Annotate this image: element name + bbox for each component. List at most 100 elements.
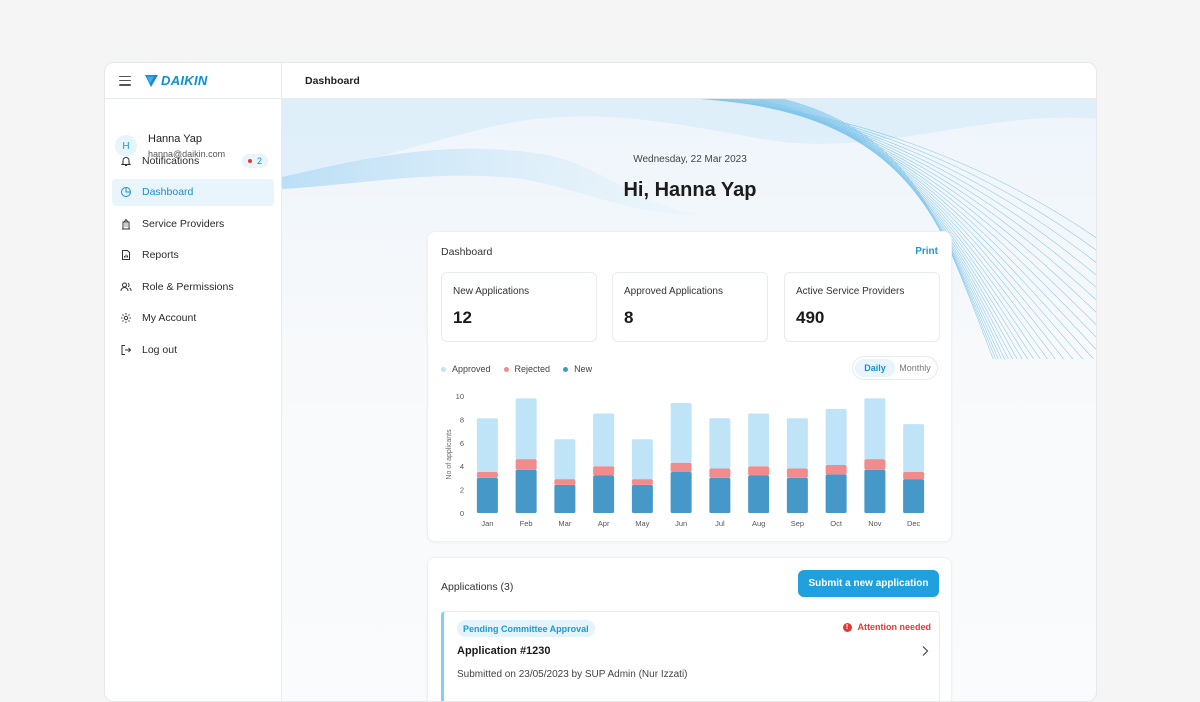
dashboard-card: Dashboard Print New Applications 12 Appr… <box>427 231 952 542</box>
brand-name: DAIKIN <box>161 73 208 88</box>
bar-rejected <box>903 472 925 480</box>
applications-title: Applications (3) <box>441 581 514 593</box>
sidebar-item-label: Service Providers <box>142 217 225 230</box>
period-toggle: Daily Monthly <box>852 356 938 380</box>
pie-chart-icon <box>119 185 133 199</box>
bar-rejected <box>515 459 537 470</box>
legend-approved: Approved <box>441 364 491 374</box>
x-tick-label: Feb <box>520 519 533 528</box>
sidebar-item-role-permissions[interactable]: Role & Permissions <box>112 273 274 300</box>
stat-approved-applications: Approved Applications 8 <box>612 272 768 342</box>
menu-icon[interactable] <box>119 75 131 86</box>
bar-rejected <box>709 468 731 478</box>
x-tick-label: Jul <box>715 519 725 528</box>
legend-swatch <box>563 366 569 372</box>
attention-needed: ! Attention needed <box>842 622 932 632</box>
hero-section: Wednesday, 22 Mar 2023 Hi, Hanna Yap Das… <box>282 99 1096 701</box>
sidebar-item-reports[interactable]: Reports <box>112 242 274 269</box>
applications-card: Applications (3) Submit a new applicatio… <box>427 557 952 701</box>
x-tick-label: Dec <box>907 519 921 528</box>
x-tick-label: Sep <box>791 519 804 528</box>
x-tick-label: Jan <box>481 519 493 528</box>
bar-approved <box>631 439 653 480</box>
sidebar-item-log-out[interactable]: Log out <box>112 336 274 363</box>
bar-rejected <box>554 479 576 485</box>
bar-new <box>709 477 731 513</box>
bar-new <box>786 477 808 513</box>
bar-rejected <box>748 466 770 476</box>
x-tick-label: Aug <box>752 519 765 528</box>
notification-badge: 2 <box>241 154 268 168</box>
legend-new: New <box>563 364 592 374</box>
greeting-heading: Hi, Hanna Yap <box>623 179 757 201</box>
bar-rejected <box>786 468 808 478</box>
sidebar-item-my-account[interactable]: My Account <box>112 305 274 332</box>
legend-label: Approved <box>452 364 491 374</box>
building-icon <box>119 217 133 231</box>
stat-value: 8 <box>624 308 634 327</box>
y-tick-label: 0 <box>460 509 464 518</box>
bar-approved <box>709 418 731 469</box>
y-tick-label: 10 <box>456 392 464 401</box>
legend-swatch <box>441 366 446 372</box>
print-link[interactable]: Print <box>915 246 938 257</box>
daikin-logo: DAIKIN <box>145 73 208 88</box>
notification-count: 2 <box>256 156 262 166</box>
sidebar-item-dashboard[interactable]: Dashboard <box>112 178 274 206</box>
app-window: DAIKIN H Hanna Yap hanna@daikin.com Noti… <box>104 62 1097 702</box>
bar-approved <box>476 418 498 473</box>
bar-approved <box>786 418 808 469</box>
stat-value: 12 <box>453 308 472 327</box>
x-tick-label: Mar <box>558 519 571 528</box>
bar-new <box>515 469 537 513</box>
sidebar-item-label: Log out <box>142 343 178 356</box>
legend-swatch <box>503 366 509 372</box>
bar-approved <box>670 403 692 463</box>
sidebar-item-label: Reports <box>142 249 179 261</box>
sidebar-item-notifications[interactable]: Notifications 2 <box>112 147 274 174</box>
x-tick-label: May <box>635 519 649 528</box>
sidebar-item-label: Role & Permissions <box>142 280 234 293</box>
main-content: Dashboard Wednesday, 22 Mar 2023 Hi, Han… <box>282 63 1096 701</box>
toggle-daily[interactable]: Daily <box>855 359 895 377</box>
sidebar: DAIKIN H Hanna Yap hanna@daikin.com Noti… <box>105 63 282 701</box>
attention-label: Attention needed <box>857 622 932 632</box>
unread-dot <box>247 159 252 163</box>
bar-approved <box>554 439 576 480</box>
bar-new <box>864 469 886 513</box>
bar-rejected <box>670 462 692 473</box>
bar-new <box>476 477 498 513</box>
y-axis-label: No of applicants <box>446 429 453 480</box>
submit-application-button[interactable]: Submit a new application <box>798 570 939 597</box>
legend-rejected: Rejected <box>503 364 550 374</box>
chart-legend: Approved Rejected New <box>441 364 605 374</box>
bar-rejected <box>864 459 886 470</box>
application-item[interactable]: Pending Committee Approval ! Attention n… <box>441 611 940 701</box>
x-tick-label: Jun <box>675 519 687 528</box>
applications-bar-chart: No of applicants 0 2 4 6 8 10 Jan Feb Mar Apr May Ju… <box>446 392 925 528</box>
daikin-logo-icon <box>145 74 158 87</box>
report-icon <box>119 248 133 262</box>
y-tick-label: 6 <box>460 439 464 448</box>
sidebar-header: DAIKIN <box>105 63 281 99</box>
stat-label: New Applications <box>453 286 530 297</box>
application-id: Application #1230 <box>457 645 551 657</box>
user-name: Hanna Yap <box>148 133 203 145</box>
bell-icon <box>119 154 133 168</box>
sidebar-item-label: Dashboard <box>142 186 194 198</box>
bar-new <box>903 479 925 513</box>
bar-new <box>825 474 847 513</box>
sidebar-item-label: Notifications <box>142 154 200 167</box>
legend-label: New <box>574 364 593 374</box>
bar-approved <box>825 408 847 466</box>
bar-new <box>748 475 770 513</box>
alert-icon: ! <box>842 622 852 632</box>
bar-rejected <box>825 465 847 475</box>
stat-value: 490 <box>796 308 825 327</box>
sidebar-item-service-providers[interactable]: Service Providers <box>112 210 274 237</box>
y-tick-label: 2 <box>460 486 464 495</box>
bar-approved <box>864 398 886 460</box>
stat-label: Approved Applications <box>624 286 723 297</box>
toggle-monthly[interactable]: Monthly <box>895 359 935 377</box>
bar-new <box>593 475 615 513</box>
